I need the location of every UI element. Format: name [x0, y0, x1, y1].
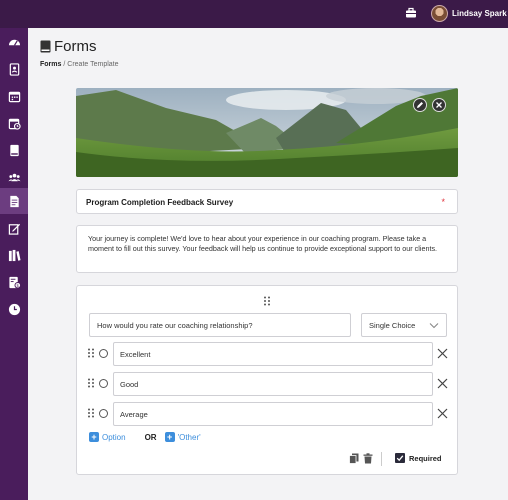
radio-icon	[99, 409, 108, 418]
option-input[interactable]: Good	[113, 372, 433, 396]
sidebar-item-clock[interactable]	[0, 296, 28, 322]
remove-cover-button[interactable]	[432, 98, 446, 112]
sidebar-item-calendar[interactable]	[0, 83, 28, 109]
breadcrumb-separator: /	[63, 61, 66, 68]
form-title-field[interactable]: Program Completion Feedback Survey *	[76, 189, 458, 214]
radio-icon	[99, 379, 108, 388]
remove-option-icon[interactable]	[437, 378, 448, 389]
landscape-image	[76, 88, 458, 177]
required-checkbox[interactable]	[395, 453, 405, 463]
drag-handle-icon[interactable]	[87, 348, 95, 358]
remove-option-icon[interactable]	[437, 348, 448, 359]
clients-icon	[7, 173, 21, 181]
close-icon	[436, 102, 442, 108]
top-bar: Lindsay Spark	[0, 0, 508, 28]
edit-cover-button[interactable]	[413, 98, 427, 112]
option-row: Good	[87, 372, 449, 396]
schedule-icon	[8, 118, 21, 130]
sidebar-item-dashboard[interactable]	[0, 29, 28, 55]
invoice-icon: $	[8, 276, 21, 289]
chevron-down-icon	[429, 323, 439, 329]
sidebar-item-book[interactable]	[0, 137, 28, 163]
radio-icon	[99, 349, 108, 358]
drag-handle-icon[interactable]	[87, 408, 95, 418]
add-other-button[interactable]: 'Other'	[178, 433, 201, 442]
add-option-button[interactable]: Option	[102, 433, 126, 442]
option-input[interactable]: Average	[113, 402, 433, 426]
breadcrumb: Forms / Create Template	[40, 61, 119, 68]
page-title: Forms	[40, 38, 97, 55]
forms-icon	[9, 195, 19, 207]
option-text: Excellent	[120, 350, 151, 359]
contacts-icon	[9, 62, 19, 76]
drag-handle-icon[interactable]	[263, 296, 271, 306]
required-marker: *	[441, 197, 445, 207]
book-icon	[40, 40, 51, 53]
pencil-icon	[417, 102, 423, 108]
copy-icon[interactable]	[349, 453, 359, 464]
briefcase-icon[interactable]	[405, 7, 417, 19]
trash-icon[interactable]	[363, 453, 373, 464]
question-type-value: Single Choice	[369, 321, 416, 330]
option-row: Average	[87, 402, 449, 426]
question-text-input[interactable]: How would you rate our coaching relation…	[89, 313, 351, 337]
question-text: How would you rate our coaching relation…	[97, 321, 253, 330]
library-icon	[8, 249, 21, 261]
plus-icon[interactable]: +	[164, 432, 175, 442]
sidebar-item-library[interactable]	[0, 242, 28, 268]
page-title-text: Forms	[54, 38, 97, 55]
breadcrumb-link[interactable]: Forms	[40, 61, 61, 68]
question-card: How would you rate our coaching relation…	[76, 285, 458, 475]
option-text: Good	[120, 380, 139, 389]
drag-handle-icon[interactable]	[87, 378, 95, 388]
sidebar-item-invoices[interactable]: $	[0, 269, 28, 295]
user-name[interactable]: Lindsay Spark	[452, 9, 507, 18]
checkmark-icon	[396, 455, 404, 462]
form-description-field[interactable]: Your journey is complete! We'd love to h…	[76, 225, 458, 273]
calendar-icon	[8, 91, 20, 102]
breadcrumb-current: Create Template	[67, 61, 119, 68]
remove-option-icon[interactable]	[437, 408, 448, 419]
divider	[381, 452, 382, 466]
required-label[interactable]: Required	[409, 454, 442, 463]
sidebar-item-notes[interactable]	[0, 215, 28, 241]
sidebar-item-forms[interactable]	[0, 188, 28, 214]
sidebar: $	[0, 28, 28, 500]
book-icon	[9, 144, 19, 156]
form-description-text: Your journey is complete! We'd love to h…	[88, 234, 438, 253]
clock-icon	[8, 303, 20, 315]
sidebar-item-contacts[interactable]	[0, 56, 28, 82]
avatar[interactable]	[431, 5, 448, 22]
question-type-select[interactable]: Single Choice	[361, 313, 447, 337]
option-text: Average	[120, 410, 148, 419]
form-title-text: Program Completion Feedback Survey	[86, 198, 234, 207]
option-row: Excellent	[87, 342, 449, 366]
cover-image	[76, 88, 458, 177]
question-footer: Required	[349, 452, 449, 466]
add-options-row: + Option OR + 'Other'	[89, 432, 201, 442]
svg-text:$: $	[16, 282, 19, 287]
or-label: OR	[144, 432, 157, 442]
plus-icon[interactable]: +	[89, 432, 99, 442]
sidebar-item-clients[interactable]	[0, 164, 28, 190]
sidebar-item-schedule[interactable]	[0, 110, 28, 136]
notes-icon	[8, 223, 20, 235]
option-input[interactable]: Excellent	[113, 342, 433, 366]
dashboard-icon	[8, 39, 20, 46]
